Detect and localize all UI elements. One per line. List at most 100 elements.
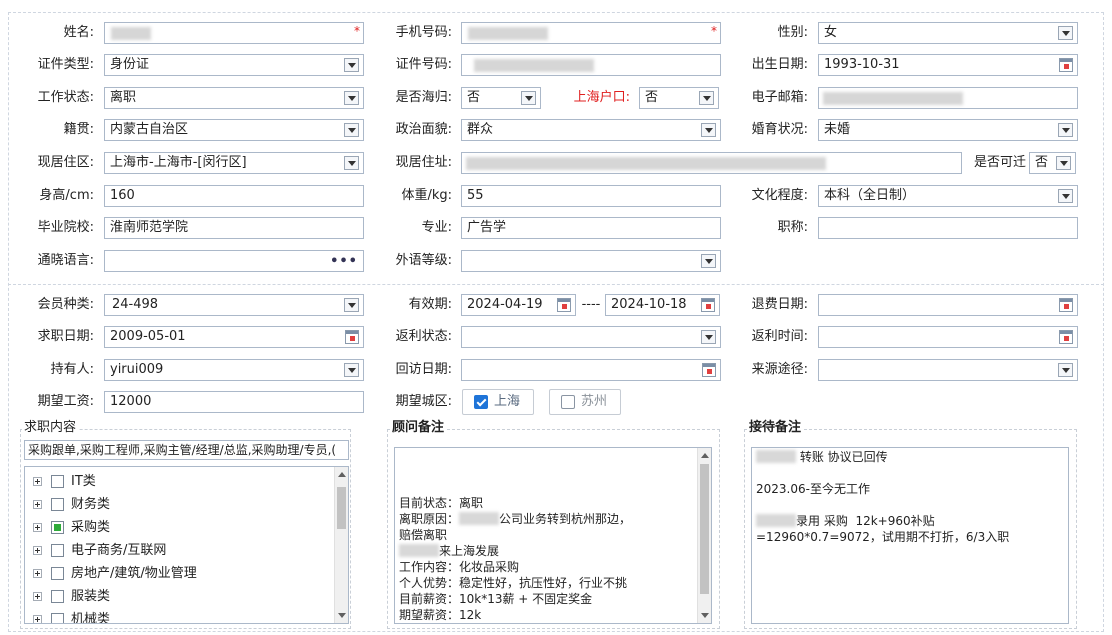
scroll-thumb[interactable] <box>337 487 346 529</box>
overseas-select[interactable]: 否 <box>461 87 541 109</box>
holder-select[interactable]: yirui009 <box>104 359 364 381</box>
reception-notes-title: 接待备注 <box>747 420 804 436</box>
shanghai-hukou-label: 上海户口: <box>573 90 630 105</box>
city-option-suzhou[interactable]: 苏州 <box>549 389 621 415</box>
checkbox-icon[interactable] <box>51 567 64 580</box>
reception-notes-textarea[interactable]: 转账 协议已回传 2023.06-至今无工作 录用 采购 12k+960补贴 =129… <box>751 447 1069 624</box>
marital-label: 婚育状况: <box>751 122 808 137</box>
checkbox-icon[interactable] <box>51 498 64 511</box>
marital-select[interactable]: 未婚 <box>818 119 1078 141</box>
tree-scrollbar[interactable] <box>334 467 348 623</box>
city-option-shanghai[interactable]: 上海 <box>462 389 534 415</box>
address-field[interactable] <box>461 152 962 174</box>
redacted-text <box>459 512 500 525</box>
education-select[interactable]: 本科（全日制） <box>818 185 1078 207</box>
job-date-field[interactable]: 2009-05-01 <box>104 326 364 348</box>
name-label: 姓名: <box>63 25 94 40</box>
expand-icon[interactable] <box>33 546 42 555</box>
chevron-down-icon <box>344 363 359 377</box>
gender-select[interactable]: 女 <box>818 22 1078 44</box>
scroll-up-icon[interactable] <box>701 453 709 458</box>
calendar-icon[interactable] <box>701 298 715 312</box>
scroll-down-icon[interactable] <box>338 613 346 618</box>
notes-scrollbar[interactable] <box>697 448 711 623</box>
chevron-down-icon <box>1058 26 1073 40</box>
chevron-down-icon <box>344 91 359 105</box>
scroll-up-icon[interactable] <box>338 472 346 477</box>
political-select[interactable]: 群众 <box>461 119 721 141</box>
phone-label: 手机号码: <box>395 25 452 40</box>
reception-note-line: 2023.06-至今无工作 <box>756 482 870 496</box>
checkbox-icon[interactable] <box>51 613 64 623</box>
phone-field[interactable]: * <box>461 22 721 44</box>
region-label: 现居住区: <box>37 155 94 170</box>
rebate-status-select[interactable] <box>461 326 721 348</box>
member-type-label: 会员种类: <box>37 297 94 312</box>
calendar-icon[interactable] <box>557 298 571 312</box>
rebate-time-field[interactable] <box>818 326 1078 348</box>
region-select[interactable]: 上海市-上海市-[闵行区] <box>104 152 364 174</box>
id-number-field[interactable] <box>461 54 721 76</box>
chevron-down-icon <box>344 58 359 72</box>
job-title-field[interactable] <box>818 217 1078 239</box>
refund-date-label: 退费日期: <box>751 297 808 312</box>
expand-icon[interactable] <box>33 592 42 601</box>
checkbox-icon[interactable] <box>51 475 64 488</box>
consultant-note-line: 赔偿离职 <box>399 528 448 542</box>
name-field[interactable]: * <box>104 22 364 44</box>
more-icon[interactable]: ••• <box>330 252 358 271</box>
work-status-select[interactable]: 离职 <box>104 87 364 109</box>
foreign-level-select[interactable] <box>461 250 721 272</box>
expand-icon[interactable] <box>33 523 42 532</box>
calendar-icon[interactable] <box>702 363 716 377</box>
expand-icon[interactable] <box>33 615 42 623</box>
calendar-icon[interactable] <box>1059 298 1073 312</box>
scroll-down-icon[interactable] <box>701 613 709 618</box>
expand-icon[interactable] <box>33 500 42 509</box>
job-category-tree[interactable]: IT类 财务类 采购类 电子商务/互联网 房地产/建筑/物业管理 服装类 机械类 <box>24 466 349 624</box>
calendar-icon[interactable] <box>345 330 359 344</box>
chevron-down-icon <box>701 254 716 268</box>
visit-date-field[interactable] <box>461 359 721 381</box>
redacted-text <box>756 514 796 527</box>
chevron-down-icon <box>1058 123 1073 137</box>
chevron-down-icon <box>1058 189 1073 203</box>
weight-field[interactable]: 55 <box>461 185 721 207</box>
email-label: 电子邮箱: <box>751 90 808 105</box>
consultant-notes-textarea[interactable]: 目前状态：离职 离职原因： 公司业务转到杭州那边， 赔偿离职 来上海发展 工作内容：化妆品… <box>394 447 712 624</box>
relocate-select[interactable]: 否 <box>1029 152 1076 174</box>
redacted-text <box>756 450 796 463</box>
validity-label: 有效期: <box>408 297 452 312</box>
expand-icon[interactable] <box>33 569 42 578</box>
calendar-icon[interactable] <box>1059 330 1073 344</box>
major-field[interactable]: 广告学 <box>461 217 721 239</box>
source-select[interactable] <box>818 359 1078 381</box>
salary-field[interactable]: 12000 <box>104 391 364 413</box>
height-field[interactable]: 160 <box>104 185 364 207</box>
checkbox-partial-icon[interactable] <box>51 521 64 534</box>
language-field[interactable]: ••• <box>104 250 364 272</box>
chevron-down-icon <box>344 156 359 170</box>
validity-from-field[interactable]: 2024-04-19 <box>461 294 576 316</box>
member-type-select[interactable]: 24-498 <box>104 294 364 316</box>
school-field[interactable]: 淮南师范学院 <box>104 217 364 239</box>
birth-date-label: 出生日期: <box>751 57 808 72</box>
shanghai-hukou-select[interactable]: 否 <box>639 87 719 109</box>
validity-separator: ---- <box>581 297 601 312</box>
chevron-down-icon <box>701 330 716 344</box>
consultant-note-line: 离职原因： 公司业务转到杭州那边， <box>399 512 632 526</box>
birth-date-field[interactable]: 1993-10-31 <box>818 54 1078 76</box>
email-field[interactable] <box>818 87 1078 109</box>
scroll-thumb[interactable] <box>700 464 709 594</box>
native-place-select[interactable]: 内蒙古自治区 <box>104 119 364 141</box>
job-content-summary[interactable]: 采购跟单,采购工程师,采购主管/经理/总监,采购助理/专员,( <box>24 440 349 460</box>
checkbox-icon[interactable] <box>51 544 64 557</box>
refund-date-field[interactable] <box>818 294 1078 316</box>
validity-to-field[interactable]: 2024-10-18 <box>605 294 720 316</box>
consultant-note-line: 个人优势：稳定性好，抗压性好，行业不挑 <box>399 576 628 590</box>
id-type-select[interactable]: 身份证 <box>104 54 364 76</box>
calendar-icon[interactable] <box>1059 58 1073 72</box>
political-label: 政治面貌: <box>395 122 452 137</box>
expand-icon[interactable] <box>33 477 42 486</box>
checkbox-icon[interactable] <box>51 590 64 603</box>
